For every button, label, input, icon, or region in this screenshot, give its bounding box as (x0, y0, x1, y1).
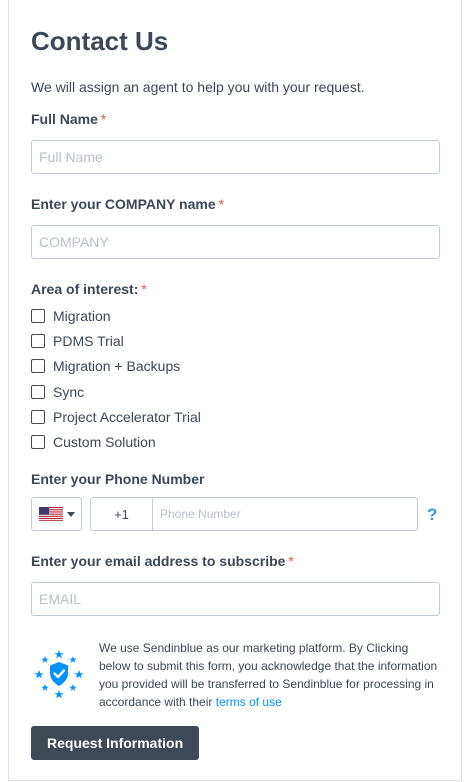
checkbox[interactable] (31, 385, 45, 399)
required-marker: * (288, 553, 294, 569)
full-name-label-text: Full Name (31, 111, 98, 127)
country-select[interactable] (31, 497, 82, 531)
interest-label: Area of interest: * (31, 281, 147, 297)
gdpr-shield-icon (34, 650, 84, 699)
phone-input[interactable] (152, 497, 418, 531)
help-icon[interactable]: ? (427, 505, 437, 525)
request-information-button[interactable]: Request Information (31, 726, 200, 760)
checkbox[interactable] (31, 435, 45, 449)
dial-code: +1 (90, 497, 152, 531)
company-input[interactable] (31, 225, 440, 259)
option-label: PDMS Trial (53, 333, 124, 349)
option-label: Custom Solution (53, 434, 156, 450)
interest-option-migration[interactable]: Migration (31, 307, 111, 325)
phone-label: Enter your Phone Number (31, 471, 205, 487)
email-label-text: Enter your email address to subscribe (31, 553, 286, 569)
full-name-label: Full Name * (31, 111, 106, 127)
option-label: Project Accelerator Trial (53, 409, 201, 425)
required-marker: * (218, 196, 225, 212)
interest-option-custom-solution[interactable]: Custom Solution (31, 433, 156, 451)
terms-of-use-link[interactable]: terms of use (216, 695, 282, 709)
checkbox[interactable] (31, 359, 45, 373)
interest-label-text: Area of interest: (31, 281, 139, 297)
legal-notice: We use Sendinblue as our marketing platf… (99, 639, 440, 711)
interest-option-migration-backups[interactable]: Migration + Backups (31, 357, 180, 375)
email-label: Enter your email address to subscribe * (31, 553, 294, 569)
option-label: Migration (53, 308, 111, 324)
required-marker: * (100, 111, 107, 127)
interest-option-pdms-trial[interactable]: PDMS Trial (31, 332, 124, 350)
option-label: Sync (53, 384, 85, 400)
checkbox[interactable] (31, 334, 45, 348)
chevron-down-icon (66, 511, 75, 517)
interest-option-project-accelerator[interactable]: Project Accelerator Trial (31, 408, 201, 426)
company-label-text: Enter your COMPANY name (31, 196, 216, 212)
contact-form-card: Contact Us We will assign an agent to he… (8, 0, 462, 781)
us-flag-icon (38, 507, 63, 521)
form-subtitle: We will assign an agent to help you with… (31, 79, 365, 95)
checkbox[interactable] (31, 309, 45, 323)
interest-option-sync[interactable]: Sync (31, 383, 84, 401)
company-label: Enter your COMPANY name * (31, 196, 224, 212)
form-title: Contact Us (31, 26, 169, 56)
required-marker: * (141, 281, 147, 297)
full-name-input[interactable] (31, 140, 440, 174)
checkbox[interactable] (31, 410, 45, 424)
email-input[interactable] (31, 582, 440, 616)
phone-field: +1 ? (31, 497, 440, 531)
option-label: Migration + Backups (53, 358, 181, 374)
